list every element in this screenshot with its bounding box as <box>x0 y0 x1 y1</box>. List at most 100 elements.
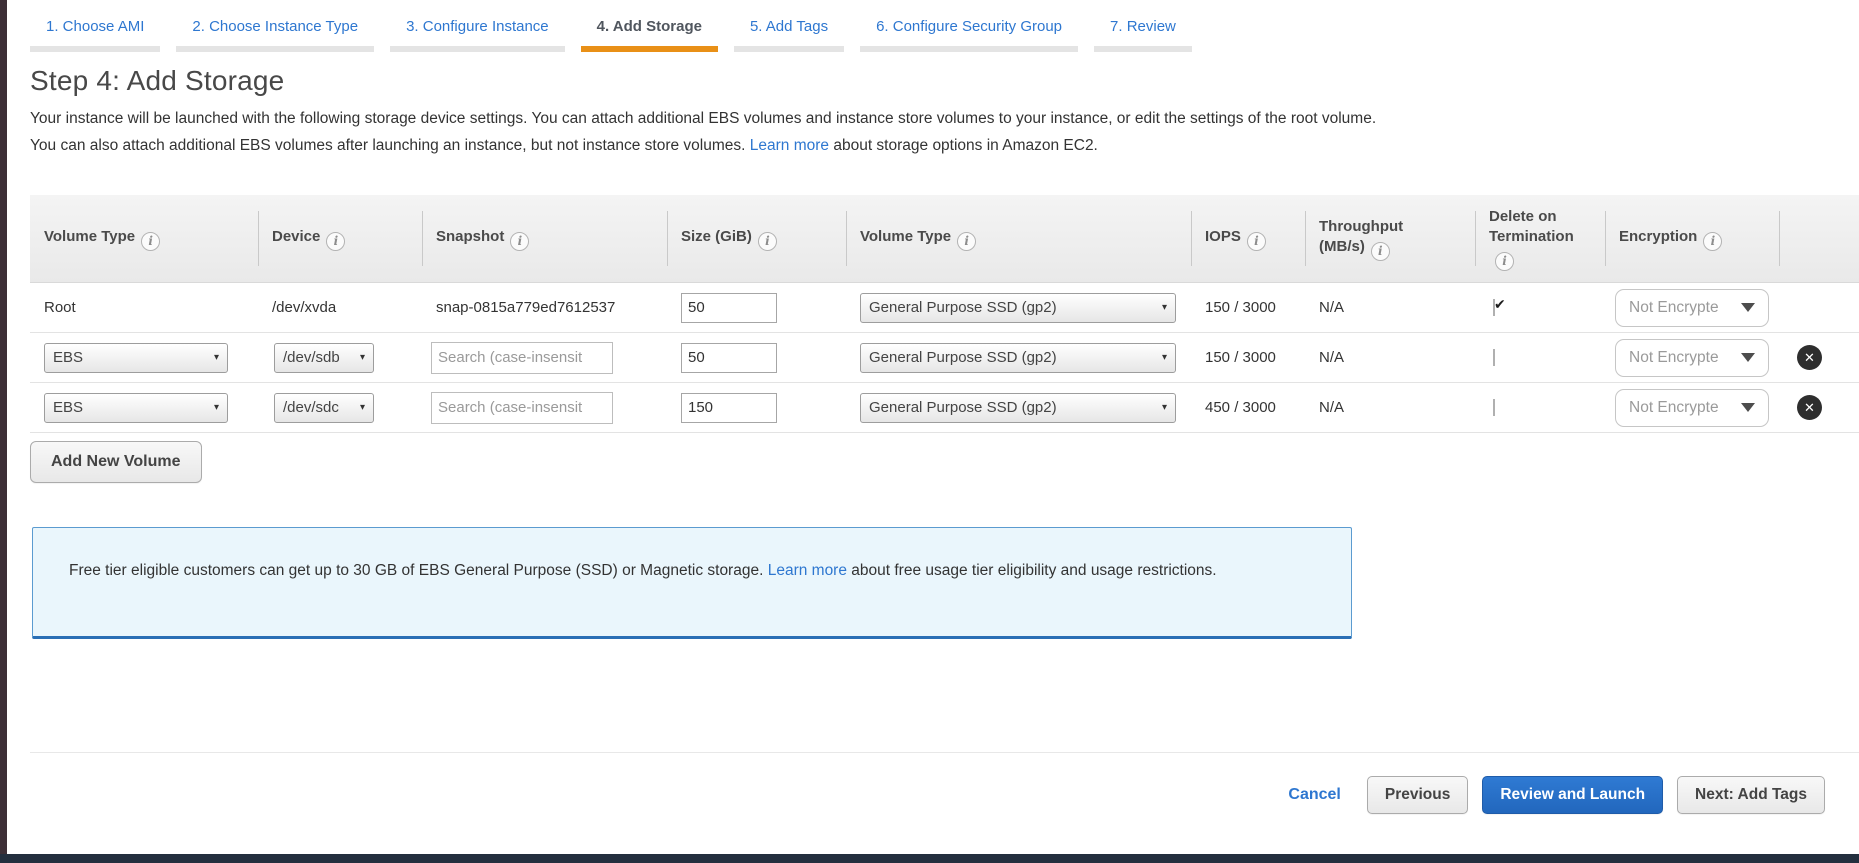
previous-button[interactable]: Previous <box>1366 776 1469 814</box>
description-text: Your instance will be launched with the … <box>30 110 1377 154</box>
tab-configure-instance[interactable]: 3. Configure Instance <box>390 15 565 52</box>
selected-option: Not Encrypte <box>1629 398 1719 416</box>
volume-kind-select[interactable]: EBS ▾ <box>44 342 228 373</box>
throughput-value: N/A <box>1319 299 1345 316</box>
throughput-value: N/A <box>1319 399 1345 416</box>
info-icon[interactable]: i <box>1246 231 1266 251</box>
page-description: Your instance will be launched with the … <box>30 105 1386 159</box>
volume-type-select[interactable]: General Purpose SSD (gp2) ▾ <box>860 292 1176 323</box>
select-caret-icon: ▾ <box>213 352 219 363</box>
info-icon[interactable]: i <box>326 231 346 251</box>
header-encryption: Encryption i <box>1605 195 1779 282</box>
learn-more-free-tier-link[interactable]: Learn more <box>768 562 847 579</box>
iops-value: 450 / 3000 <box>1205 399 1276 416</box>
select-caret-icon <box>1741 303 1755 312</box>
table-row-ebs-sdb: EBS ▾ /dev/sdb ▾ General Purpose SSD (gp2)… <box>30 333 1859 383</box>
tab-choose-instance-type[interactable]: 2. Choose Instance Type <box>176 15 375 52</box>
remove-volume-button[interactable]: ✕ <box>1797 395 1822 420</box>
header-actions <box>1779 195 1859 282</box>
select-caret-icon: ▾ <box>1161 302 1167 313</box>
select-caret-icon <box>1741 353 1755 362</box>
add-new-volume-button[interactable]: Add New Volume <box>30 441 202 483</box>
header-volume-type-2: Volume Type i <box>846 195 1191 282</box>
review-and-launch-button[interactable]: Review and Launch <box>1482 776 1664 814</box>
tab-review[interactable]: 7. Review <box>1094 15 1192 52</box>
header-throughput: Throughput (MB/s) i <box>1305 195 1475 282</box>
snapshot-search-input[interactable] <box>431 341 613 374</box>
select-caret-icon: ▾ <box>1161 352 1167 363</box>
header-device: Device i <box>258 195 422 282</box>
size-input[interactable] <box>681 392 777 423</box>
volume-type-value: Root <box>44 299 76 316</box>
header-label: IOPS <box>1205 227 1241 245</box>
iops-value: 150 / 3000 <box>1205 299 1276 316</box>
encryption-select[interactable]: Not Encrypte <box>1615 288 1769 327</box>
delete-on-termination-checkbox[interactable] <box>1493 299 1495 316</box>
tab-choose-ami[interactable]: 1. Choose AMI <box>30 15 161 52</box>
header-label: Snapshot <box>436 227 505 245</box>
info-icon[interactable]: i <box>957 231 977 251</box>
info-icon[interactable]: i <box>1703 231 1723 251</box>
selected-option: EBS <box>53 399 84 416</box>
volume-type-select[interactable]: General Purpose SSD (gp2) ▾ <box>860 342 1176 373</box>
selected-option: /dev/sdb <box>283 349 340 366</box>
info-icon[interactable]: i <box>1495 251 1514 271</box>
learn-more-storage-link[interactable]: Learn more <box>750 137 829 154</box>
selected-option: General Purpose SSD (gp2) <box>869 399 1057 416</box>
header-label: Volume Type <box>44 227 136 245</box>
header-label: Size (GiB) <box>681 227 752 245</box>
tab-configure-security-group[interactable]: 6. Configure Security Group <box>860 15 1079 52</box>
wizard-tabs: 1. Choose AMI 2. Choose Instance Type 3.… <box>30 0 1859 52</box>
size-input[interactable] <box>681 342 777 373</box>
snapshot-value: snap-0815a779ed7612537 <box>436 299 616 316</box>
table-row-ebs-sdc: EBS ▾ /dev/sdc ▾ General Purpose SSD (gp2)… <box>30 383 1859 433</box>
info-icon[interactable]: i <box>510 231 530 251</box>
header-volume-type: Volume Type i <box>30 195 258 282</box>
cancel-link[interactable]: Cancel <box>1288 786 1340 804</box>
window-edge-strip <box>0 0 7 863</box>
select-caret-icon: ▾ <box>359 352 365 363</box>
delete-on-termination-checkbox[interactable] <box>1493 399 1495 416</box>
info-icon[interactable]: i <box>1370 241 1390 261</box>
select-caret-icon: ▾ <box>213 402 219 413</box>
free-tier-notice: Free tier eligible customers can get up … <box>32 527 1352 639</box>
footer-actions: Cancel Previous Review and Launch Next: … <box>0 776 1825 814</box>
select-caret-icon: ▾ <box>1161 402 1167 413</box>
header-label: Encryption <box>1619 227 1698 245</box>
header-label: Delete on Termination <box>1489 207 1574 245</box>
info-icon[interactable]: i <box>757 231 777 251</box>
header-size: Size (GiB) i <box>667 195 846 282</box>
storage-table: Volume Type i Device i Snapshot i Size (GiB… <box>30 195 1859 433</box>
next-add-tags-button[interactable]: Next: Add Tags <box>1677 776 1825 814</box>
tab-add-storage[interactable]: 4. Add Storage <box>580 15 718 52</box>
footer-divider <box>30 752 1859 753</box>
selected-option: /dev/sdc <box>283 399 339 416</box>
device-select[interactable]: /dev/sdb ▾ <box>274 342 374 373</box>
snapshot-search-input[interactable] <box>431 391 613 424</box>
header-snapshot: Snapshot i <box>422 195 667 282</box>
throughput-value: N/A <box>1319 349 1345 366</box>
volume-type-select[interactable]: General Purpose SSD (gp2) ▾ <box>860 392 1176 423</box>
info-icon[interactable]: i <box>141 231 161 251</box>
select-caret-icon <box>1741 403 1755 412</box>
header-label: Device <box>272 227 321 245</box>
table-row-root: Root /dev/xvda snap-0815a779ed7612537 Ge… <box>30 283 1859 333</box>
encryption-select[interactable]: Not Encrypte <box>1615 338 1769 377</box>
volume-kind-select[interactable]: EBS ▾ <box>44 392 228 423</box>
page-title: Step 4: Add Storage <box>30 65 285 96</box>
tab-add-tags[interactable]: 5. Add Tags <box>733 15 845 52</box>
device-select[interactable]: /dev/sdc ▾ <box>274 392 374 423</box>
selected-option: Not Encrypte <box>1629 348 1719 366</box>
remove-volume-button[interactable]: ✕ <box>1797 345 1822 370</box>
device-value: /dev/xvda <box>272 299 337 316</box>
iops-value: 150 / 3000 <box>1205 349 1276 366</box>
delete-on-termination-checkbox[interactable] <box>1493 349 1495 366</box>
selected-option: Not Encrypte <box>1629 298 1719 316</box>
table-header-row: Volume Type i Device i Snapshot i Size (GiB… <box>30 195 1859 283</box>
encryption-select[interactable]: Not Encrypte <box>1615 388 1769 427</box>
header-label: Volume Type <box>860 227 952 245</box>
header-label: Throughput (MB/s) <box>1319 217 1404 255</box>
selected-option: General Purpose SSD (gp2) <box>869 349 1057 366</box>
selected-option: General Purpose SSD (gp2) <box>869 299 1057 316</box>
size-input[interactable] <box>681 292 777 323</box>
